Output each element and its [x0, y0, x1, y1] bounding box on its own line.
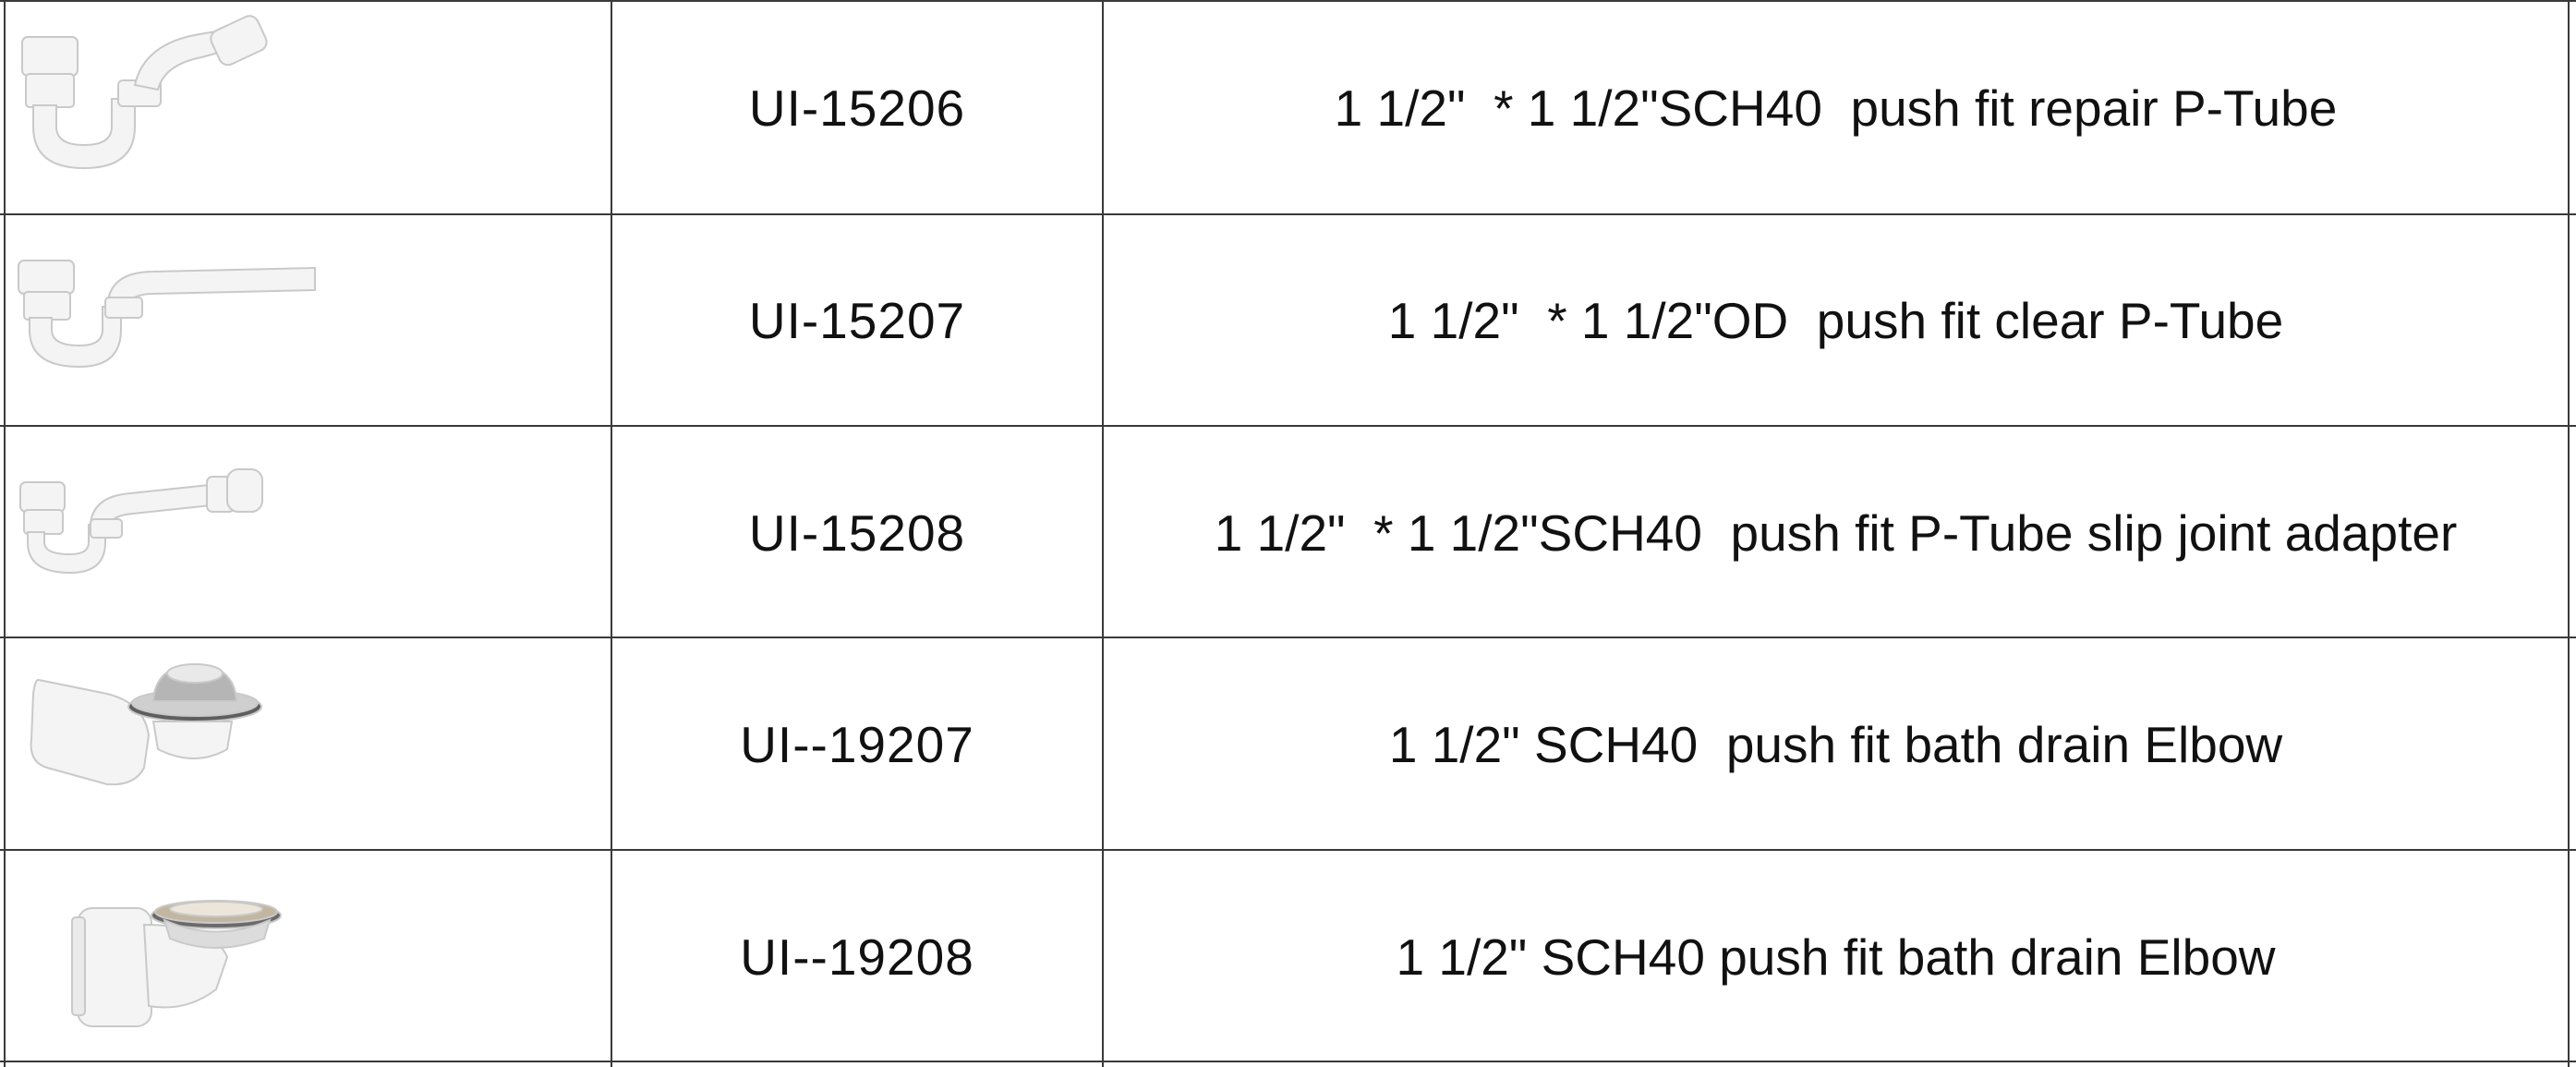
table-row: UI-15207 1 1/2" * 1 1/2"OD push fit clea…: [0, 214, 2576, 426]
product-description: 1 1/2" * 1 1/2"SCH40 push fit P-Tube sli…: [1214, 503, 2458, 562]
product-description: 1 1/2" SCH40 push fit bath drain Elbow: [1388, 715, 2283, 773]
product-description: 1 1/2" * 1 1/2"SCH40 push fit repair P-T…: [1334, 79, 2338, 137]
product-image-cell: [6, 851, 611, 1062]
table-row: UI--19207 1 1/2" SCH40 push fit bath dra…: [0, 638, 2576, 850]
table-row: UI--19208 1 1/2" SCH40 push fit bath dra…: [0, 851, 2576, 1062]
product-image-cell: [6, 214, 611, 426]
product-description: 1 1/2" SCH40 push fit bath drain Elbow: [1396, 928, 2276, 986]
product-code: UI--19208: [740, 928, 974, 986]
product-code: UI-15206: [748, 79, 966, 137]
p-tube-repair-image: [21, 15, 268, 170]
product-image-cell: [6, 638, 611, 850]
product-table: UI-15206 1 1/2" * 1 1/2"SCH40 push fit r…: [0, 0, 2576, 1067]
product-code: UI-15208: [748, 503, 966, 562]
product-image-cell: [6, 2, 611, 213]
product-image-cell: [6, 427, 611, 638]
bath-drain-elbow-image: [71, 900, 282, 1027]
table-row: UI-15206 1 1/2" * 1 1/2"SCH40 push fit r…: [0, 2, 2576, 213]
bath-drain-elbow-image: [30, 662, 262, 786]
product-description: 1 1/2" * 1 1/2"OD push fit clear P-Tube: [1387, 291, 2284, 349]
table-row: UI-15208 1 1/2" * 1 1/2"SCH40 push fit P…: [0, 427, 2576, 638]
product-code: UI--19207: [740, 715, 974, 773]
product-code: UI-15207: [748, 291, 966, 349]
p-tube-clear-image: [18, 260, 316, 369]
p-tube-slip-joint-image: [19, 468, 263, 575]
